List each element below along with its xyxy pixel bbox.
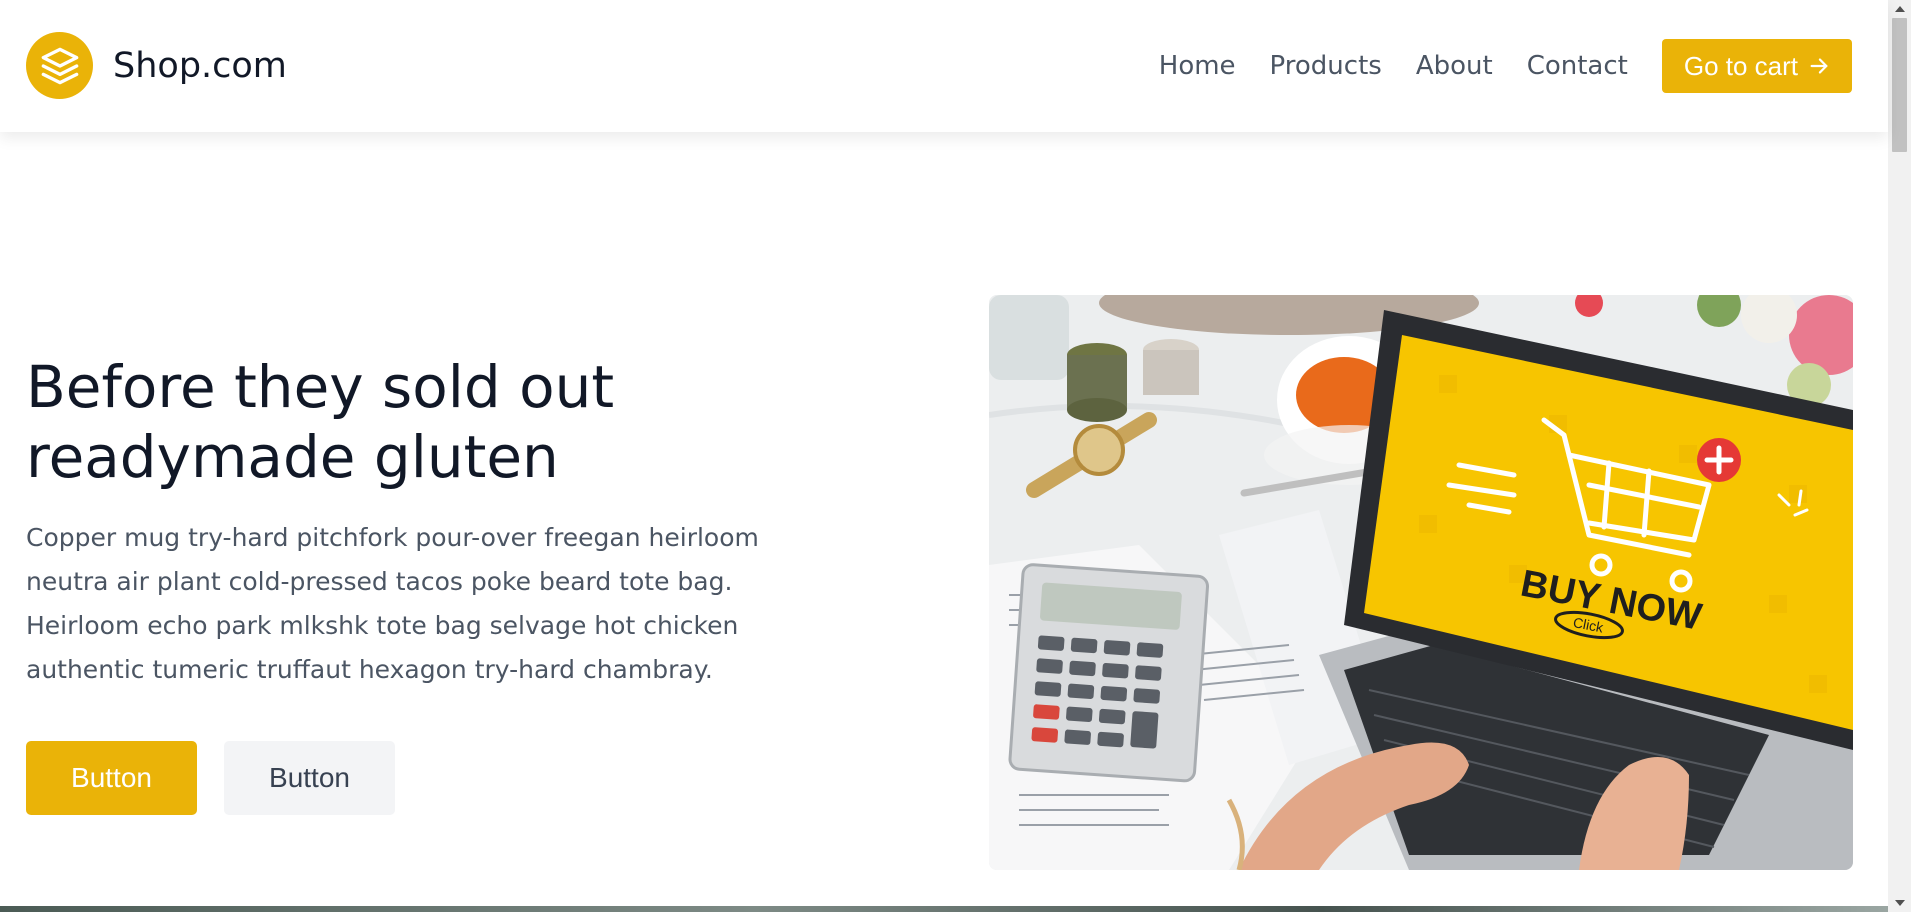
scroll-down-arrow-icon[interactable] <box>1888 894 1911 912</box>
primary-button[interactable]: Button <box>26 741 197 815</box>
hero-title-line-2: readymade gluten <box>26 423 559 491</box>
nav-about[interactable]: About <box>1416 51 1493 81</box>
nav-products[interactable]: Products <box>1270 51 1382 81</box>
go-to-cart-button[interactable]: Go to cart <box>1661 39 1852 93</box>
secondary-button[interactable]: Button <box>224 741 395 815</box>
hero-title-line-1: Before they sold out <box>26 353 615 421</box>
brand[interactable]: Shop.com <box>26 32 287 99</box>
site-header: Shop.com Home Products About Contact Go … <box>0 0 1888 132</box>
hero-image: BUY NOW Click <box>989 295 1853 870</box>
nav-contact[interactable]: Contact <box>1527 51 1628 81</box>
go-to-cart-label: Go to cart <box>1683 50 1798 81</box>
nav-home[interactable]: Home <box>1159 51 1236 81</box>
hero-title: Before they sold out readymade gluten <box>26 352 826 492</box>
arrow-right-icon <box>1810 58 1828 74</box>
hero-description: Copper mug try-hard pitchfork pour-over … <box>26 523 759 684</box>
next-section-edge <box>0 906 1888 912</box>
stack-layers-icon <box>26 32 93 99</box>
vertical-scrollbar[interactable] <box>1888 0 1911 912</box>
scrollbar-thumb[interactable] <box>1892 18 1907 152</box>
main-nav: Home Products About Contact Go to cart <box>1159 39 1852 93</box>
scroll-up-arrow-icon[interactable] <box>1888 0 1911 18</box>
brand-name: Shop.com <box>113 45 287 86</box>
